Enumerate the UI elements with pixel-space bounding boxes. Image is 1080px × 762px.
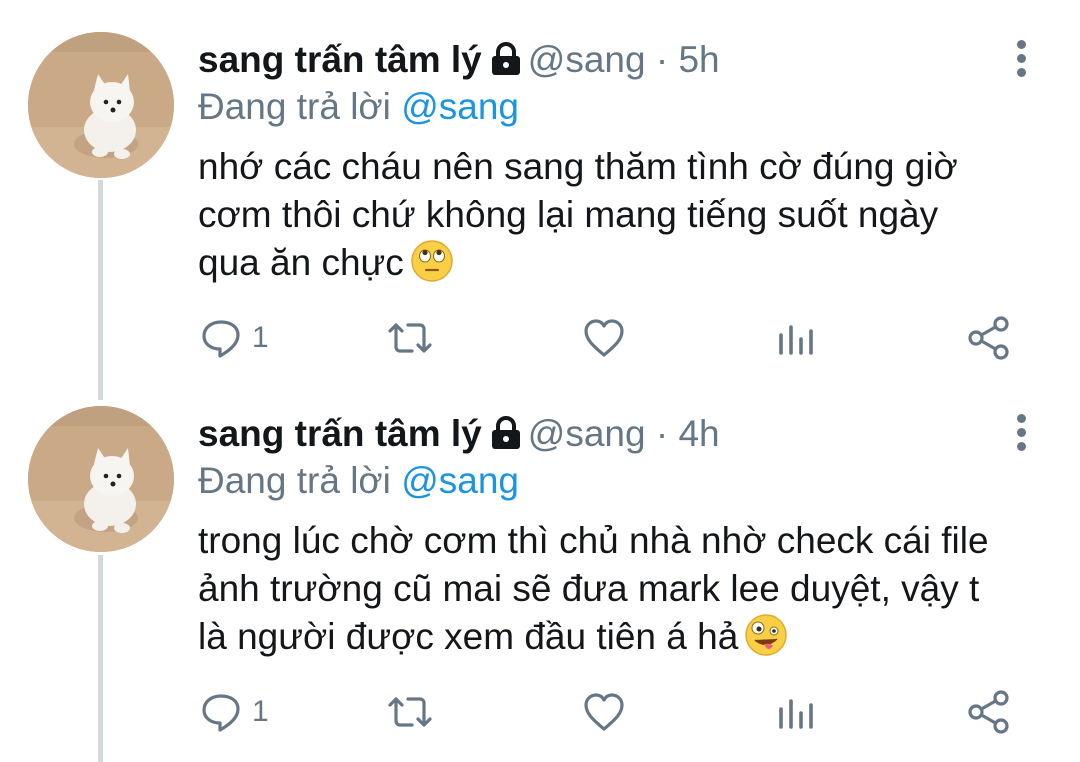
display-name[interactable]: sang trấn tâm lý bbox=[198, 39, 482, 80]
tweet[interactable]: sang trấn tâm lý @sang · 5h Đang trả lời … bbox=[0, 0, 1080, 392]
share-icon bbox=[968, 690, 1009, 734]
timestamp[interactable]: · 4h bbox=[656, 413, 720, 454]
reply-count: 1 bbox=[252, 695, 269, 728]
share-icon bbox=[968, 316, 1009, 360]
reply-context: Đang trả lời @sang bbox=[198, 457, 519, 505]
retweet-button[interactable] bbox=[384, 310, 436, 366]
tweet-text-line: cơm thôi chứ không lại mang tiếng suốt n… bbox=[198, 194, 939, 235]
handle[interactable]: @sang bbox=[528, 413, 646, 454]
reply-mention[interactable]: @sang bbox=[401, 86, 519, 127]
more-icon[interactable] bbox=[1004, 414, 1038, 454]
reply-prefix: Đang trả lời bbox=[198, 86, 391, 127]
action-bar: 1 bbox=[0, 684, 1080, 740]
reply-mention[interactable]: @sang bbox=[401, 460, 519, 501]
action-bar: 1 bbox=[0, 310, 1080, 366]
tweet-text: nhớ các cháu nên sang thăm tình cờ đúng … bbox=[198, 143, 1038, 295]
share-button[interactable] bbox=[966, 310, 1012, 366]
analytics-icon bbox=[779, 699, 813, 729]
more-icon[interactable] bbox=[1004, 40, 1038, 80]
tweet-text-line: qua ăn chực bbox=[198, 242, 404, 283]
reply-icon bbox=[202, 320, 240, 358]
display-name[interactable]: sang trấn tâm lý bbox=[198, 413, 482, 454]
avatar[interactable] bbox=[28, 32, 174, 178]
retweet-icon bbox=[388, 697, 432, 727]
tweet-text: trong lúc chờ cơm thì chủ nhà nhờ check … bbox=[198, 517, 1038, 669]
tweet-header: sang trấn tâm lý @sang · 5h bbox=[198, 36, 720, 88]
retweet-icon bbox=[388, 323, 432, 353]
retweet-button[interactable] bbox=[384, 684, 436, 740]
reply-prefix: Đang trả lời bbox=[198, 460, 391, 501]
tweet-text-line: nhớ các cháu nên sang thăm tình cờ đúng … bbox=[198, 146, 958, 187]
handle[interactable]: @sang bbox=[528, 39, 646, 80]
like-button[interactable] bbox=[582, 684, 626, 740]
like-button[interactable] bbox=[582, 310, 626, 366]
share-button[interactable] bbox=[966, 684, 1012, 740]
tweet-text-line: ảnh trường cũ mai sẽ đưa mark lee duyệt,… bbox=[198, 568, 980, 609]
analytics-button[interactable] bbox=[776, 684, 816, 740]
tweet-text-line: là người được xem đầu tiên á hả bbox=[198, 616, 739, 657]
reply-button[interactable]: 1 bbox=[200, 684, 269, 740]
analytics-icon bbox=[779, 325, 813, 355]
tweet-text-line: trong lúc chờ cơm thì chủ nhà nhờ check … bbox=[198, 520, 989, 561]
like-icon bbox=[584, 319, 624, 357]
zany-face-emoji bbox=[744, 613, 788, 669]
like-icon bbox=[584, 693, 624, 731]
reply-icon bbox=[202, 694, 240, 732]
lock-icon bbox=[490, 40, 522, 88]
timestamp[interactable]: · 5h bbox=[656, 39, 720, 80]
lock-icon bbox=[490, 414, 522, 462]
analytics-button[interactable] bbox=[776, 310, 816, 366]
reply-button[interactable]: 1 bbox=[200, 310, 269, 366]
reply-context: Đang trả lời @sang bbox=[198, 83, 519, 131]
tweet-header: sang trấn tâm lý @sang · 4h bbox=[198, 410, 720, 462]
eye-roll-emoji bbox=[410, 239, 454, 295]
avatar[interactable] bbox=[28, 406, 174, 552]
tweet[interactable]: sang trấn tâm lý @sang · 4h Đang trả lời … bbox=[0, 374, 1080, 762]
reply-count: 1 bbox=[252, 321, 269, 354]
